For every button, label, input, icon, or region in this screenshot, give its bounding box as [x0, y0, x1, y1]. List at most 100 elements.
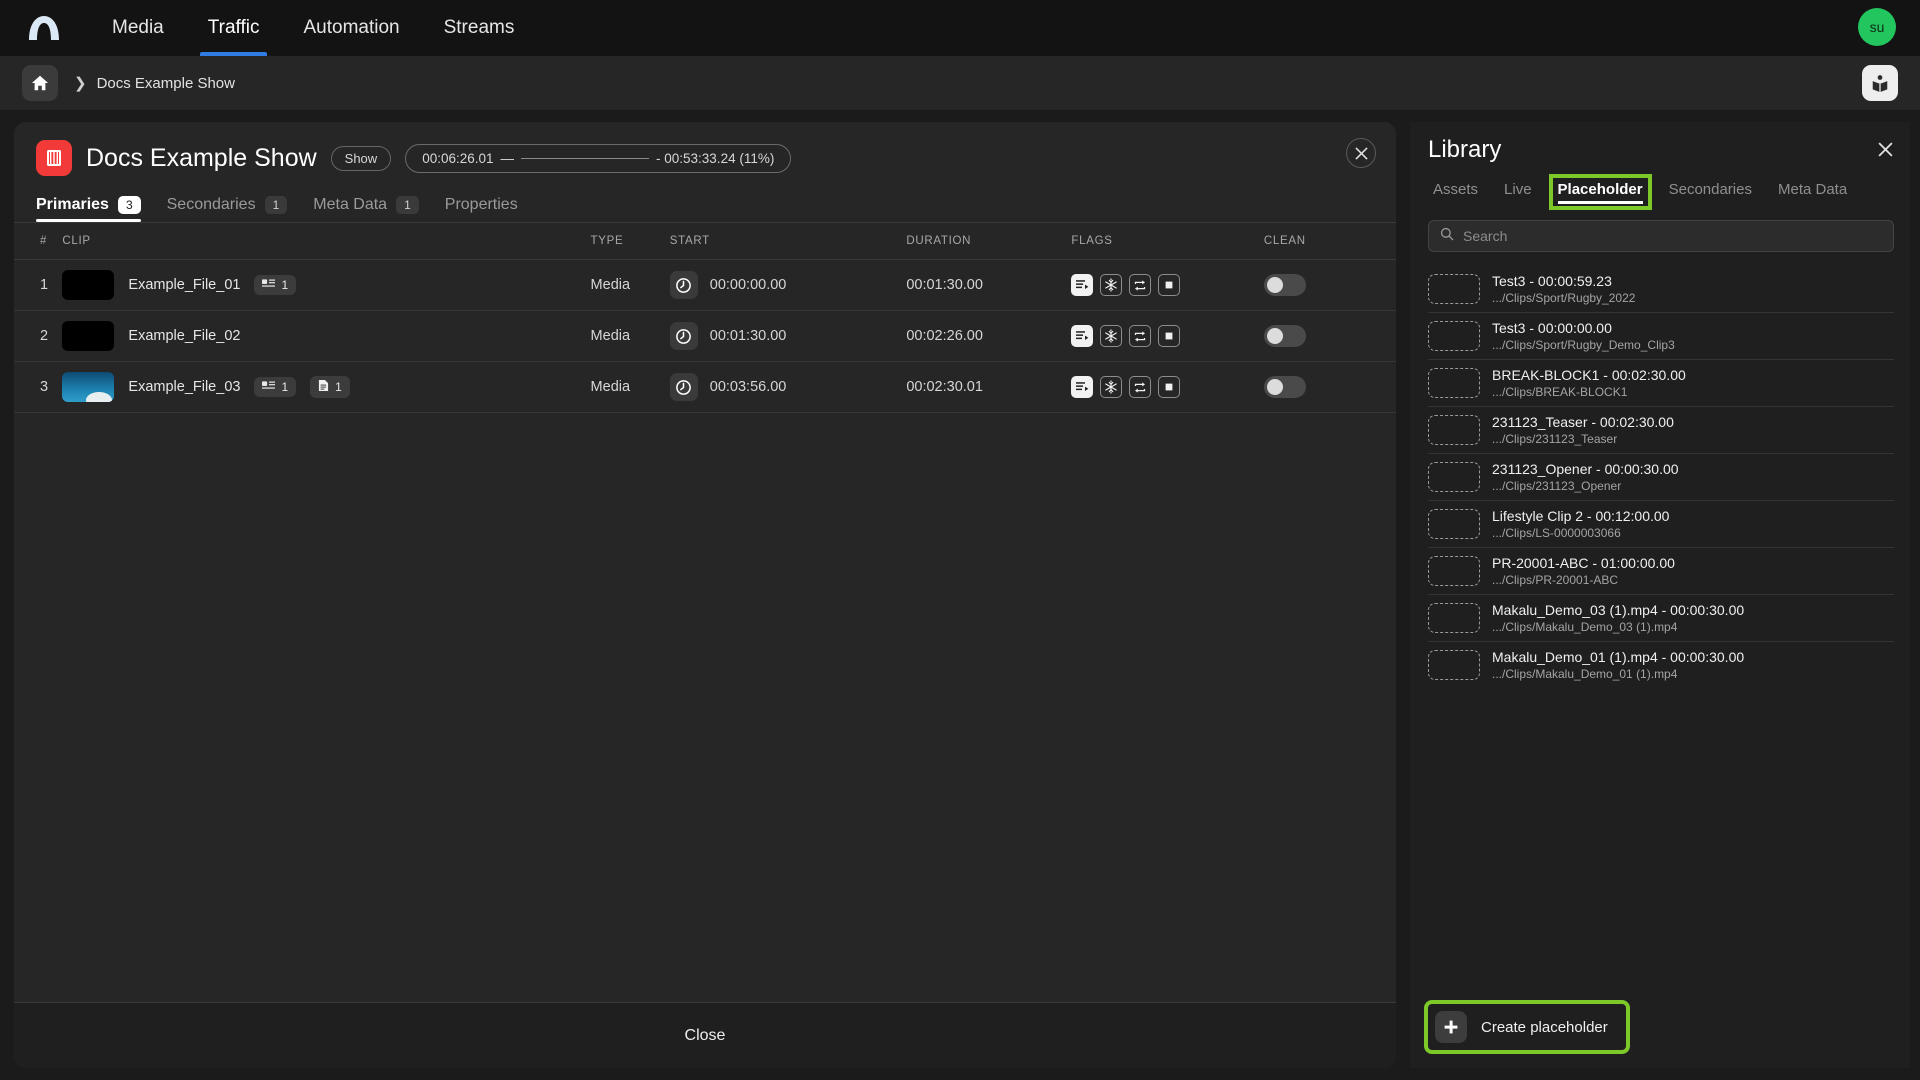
nav-item-media[interactable]: Media	[90, 0, 186, 56]
search-icon	[1440, 227, 1454, 246]
list-item-name: 231123_Teaser - 00:02:30.00	[1492, 414, 1674, 430]
clock-icon[interactable]	[670, 373, 698, 401]
loop-icon[interactable]	[1129, 274, 1151, 296]
placeholder-thumbnail	[1428, 650, 1480, 680]
list-item-name: Test3 - 00:00:59.23	[1492, 273, 1635, 289]
loop-icon[interactable]	[1129, 325, 1151, 347]
show-type-pill[interactable]: Show	[331, 146, 392, 171]
create-placeholder-button[interactable]: Create placeholder	[1428, 1004, 1626, 1050]
stop-icon[interactable]	[1158, 274, 1180, 296]
clean-toggle[interactable]	[1264, 376, 1306, 398]
stop-icon[interactable]	[1158, 376, 1180, 398]
row-clean-cell	[1264, 362, 1396, 413]
clips-table-body: 1 Example_File_01 1	[14, 260, 1396, 413]
list-item-path: .../Clips/PR-20001-ABC	[1492, 573, 1675, 587]
list-item[interactable]: 231123_Opener - 00:00:30.00 .../Clips/23…	[1428, 453, 1894, 500]
library-tab-secondaries[interactable]: Secondaries	[1664, 178, 1757, 206]
show-dialog: Docs Example Show Show 00:06:26.01 — - 0…	[14, 122, 1396, 1068]
breadcrumb-current[interactable]: Docs Example Show	[97, 75, 235, 92]
dialog-header: Docs Example Show Show 00:06:26.01 — - 0…	[14, 122, 1396, 176]
list-item[interactable]: PR-20001-ABC - 01:00:00.00 .../Clips/PR-…	[1428, 547, 1894, 594]
library-tabs: Assets Live Placeholder Secondaries Meta…	[1422, 164, 1900, 206]
row-clip-cell: Example_File_01 1	[62, 260, 590, 311]
row-duration: 00:02:30.01	[906, 362, 1071, 413]
document-chip-count: 1	[335, 380, 342, 394]
table-row[interactable]: 1 Example_File_01 1	[14, 260, 1396, 311]
clip-thumbnail	[62, 372, 114, 402]
tab-properties-label: Properties	[445, 196, 518, 214]
list-item[interactable]: Makalu_Demo_01 (1).mp4 - 00:00:30.00 ...…	[1428, 641, 1894, 688]
search-box[interactable]	[1428, 220, 1894, 252]
snowflake-icon[interactable]	[1100, 376, 1122, 398]
playlist-icon[interactable]	[1071, 376, 1093, 398]
header-start: START	[670, 223, 907, 260]
secondaries-chip[interactable]: 1	[254, 275, 296, 295]
stop-icon[interactable]	[1158, 325, 1180, 347]
table-row[interactable]: 3 Example_File_03 1	[14, 362, 1396, 413]
clean-toggle-knob	[1267, 379, 1283, 395]
library-list[interactable]: Test3 - 00:00:59.23 .../Clips/Sport/Rugb…	[1422, 266, 1900, 992]
tab-meta-data[interactable]: Meta Data 1	[313, 196, 419, 222]
search-input[interactable]	[1463, 228, 1882, 244]
row-duration: 00:01:30.00	[906, 260, 1071, 311]
tab-properties[interactable]: Properties	[445, 196, 518, 222]
tab-meta-data-label: Meta Data	[313, 196, 387, 214]
nav-item-traffic[interactable]: Traffic	[186, 0, 282, 56]
list-item-name: BREAK-BLOCK1 - 00:02:30.00	[1492, 367, 1686, 383]
main-stage: Docs Example Show Show 00:06:26.01 — - 0…	[0, 110, 1920, 1080]
tab-secondaries[interactable]: Secondaries 1	[167, 196, 288, 222]
close-icon[interactable]	[1346, 138, 1376, 168]
row-clean-cell	[1264, 311, 1396, 362]
dialog-tabs: Primaries 3 Secondaries 1 Meta Data 1 Pr…	[14, 176, 1396, 222]
table-row[interactable]: 2 Example_File_02 Media	[14, 311, 1396, 362]
playlist-icon[interactable]	[1071, 274, 1093, 296]
library-tab-live[interactable]: Live	[1499, 178, 1537, 206]
clean-toggle[interactable]	[1264, 325, 1306, 347]
row-clip-cell: Example_File_02	[62, 311, 590, 362]
secondaries-chip[interactable]: 1	[254, 377, 296, 397]
clock-icon[interactable]	[670, 271, 698, 299]
list-item[interactable]: BREAK-BLOCK1 - 00:02:30.00 .../Clips/BRE…	[1428, 359, 1894, 406]
clean-toggle[interactable]	[1264, 274, 1306, 296]
app-logo-icon[interactable]	[22, 6, 66, 50]
nav-item-streams[interactable]: Streams	[422, 0, 537, 56]
timecode-start: 00:06:26.01	[422, 151, 493, 166]
library-footer: Create placeholder	[1422, 992, 1900, 1068]
avatar[interactable]: su	[1858, 8, 1896, 46]
home-icon[interactable]	[22, 65, 58, 101]
header-clip: CLIP	[62, 223, 590, 260]
library-tab-assets[interactable]: Assets	[1428, 178, 1483, 206]
list-item-name: Test3 - 00:00:00.00	[1492, 320, 1675, 336]
list-item-path: .../Clips/Sport/Rugby_Demo_Clip3	[1492, 338, 1675, 352]
row-number: 3	[14, 362, 62, 413]
list-item[interactable]: 231123_Teaser - 00:02:30.00 .../Clips/23…	[1428, 406, 1894, 453]
library-tab-placeholder[interactable]: Placeholder	[1553, 178, 1648, 206]
row-start-time: 00:00:00.00	[710, 277, 787, 293]
row-start-cell: 00:00:00.00	[670, 260, 907, 311]
document-chip[interactable]: 1	[310, 376, 350, 398]
main-nav-items: Media Traffic Automation Streams	[90, 0, 536, 56]
library-tab-meta-data[interactable]: Meta Data	[1773, 178, 1852, 206]
book-icon[interactable]	[1862, 65, 1898, 101]
page-title: Docs Example Show	[86, 144, 317, 173]
nav-item-automation[interactable]: Automation	[281, 0, 421, 56]
placeholder-thumbnail	[1428, 462, 1480, 492]
close-button[interactable]: Close	[685, 1027, 726, 1045]
snowflake-icon[interactable]	[1100, 325, 1122, 347]
placeholder-thumbnail	[1428, 321, 1480, 351]
close-icon[interactable]	[1872, 136, 1898, 162]
list-item-path: .../Clips/LS-0000003066	[1492, 526, 1669, 540]
list-item[interactable]: Test3 - 00:00:00.00 .../Clips/Sport/Rugb…	[1428, 312, 1894, 359]
row-start-cell: 00:03:56.00	[670, 362, 907, 413]
list-item-path: .../Clips/231123_Opener	[1492, 479, 1679, 493]
snowflake-icon[interactable]	[1100, 274, 1122, 296]
clip-name: Example_File_02	[128, 328, 240, 344]
clock-icon[interactable]	[670, 322, 698, 350]
loop-icon[interactable]	[1129, 376, 1151, 398]
tab-primaries[interactable]: Primaries 3	[36, 196, 141, 222]
list-item[interactable]: Test3 - 00:00:59.23 .../Clips/Sport/Rugb…	[1428, 266, 1894, 312]
list-item[interactable]: Lifestyle Clip 2 - 00:12:00.00 .../Clips…	[1428, 500, 1894, 547]
timecode-dash: —	[501, 151, 515, 166]
playlist-icon[interactable]	[1071, 325, 1093, 347]
list-item[interactable]: Makalu_Demo_03 (1).mp4 - 00:00:30.00 ...…	[1428, 594, 1894, 641]
